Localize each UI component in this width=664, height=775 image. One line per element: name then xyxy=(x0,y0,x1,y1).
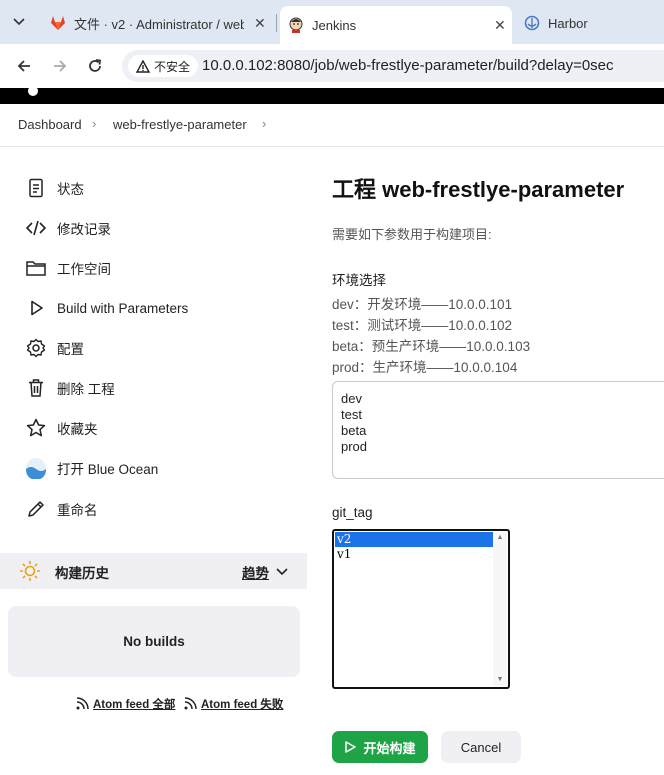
select-option-v2[interactable]: v2 xyxy=(335,532,495,547)
textarea-line: beta xyxy=(341,423,367,438)
pencil-icon xyxy=(24,497,48,521)
code-icon xyxy=(24,216,48,240)
jenkins-logo-icon xyxy=(28,88,38,96)
sidebar-item-blue-ocean[interactable]: 打开 Blue Ocean xyxy=(24,453,304,483)
arrow-left-icon xyxy=(17,60,30,72)
sidebar-item-label: 重命名 xyxy=(57,503,98,518)
sidebar-item-delete[interactable]: 删除 工程 xyxy=(24,373,304,403)
gitlab-icon xyxy=(51,16,65,30)
tab-title: 文件 · v2 · Administrator / web xyxy=(74,16,244,32)
star-icon xyxy=(24,416,48,440)
sidebar-item-workspace[interactable]: 工作空间 xyxy=(24,253,304,283)
tab-separator xyxy=(276,14,277,32)
back-button[interactable] xyxy=(10,52,38,80)
close-icon[interactable]: ✕ xyxy=(494,17,506,34)
no-builds-panel: No builds xyxy=(8,606,300,677)
tab-title: Jenkins xyxy=(312,17,357,33)
chevron-right-icon: › xyxy=(92,116,97,131)
env-param-textarea[interactable]: dev test beta prod xyxy=(332,381,664,479)
harbor-icon xyxy=(524,15,540,31)
env-param-name: 环境选择 xyxy=(332,273,386,288)
cancel-button[interactable]: Cancel xyxy=(441,731,521,763)
env-param-description-line: dev：开发环境——10.0.0.101 xyxy=(332,297,513,312)
url-text[interactable]: 10.0.0.102:8080/job/web-frestlye-paramet… xyxy=(202,57,614,74)
address-bar[interactable]: 不安全 10.0.0.102:8080/job/web-frestlye-par… xyxy=(122,50,664,82)
textarea-line: prod xyxy=(341,439,368,454)
browser-toolbar: 不安全 10.0.0.102:8080/job/web-frestlye-par… xyxy=(0,44,664,88)
build-button[interactable]: 开始构建 xyxy=(332,731,428,763)
sidebar-item-favorite[interactable]: 收藏夹 xyxy=(24,413,304,443)
sidebar-item-configure[interactable]: 配置 xyxy=(24,333,304,363)
git-tag-select[interactable]: v2 v1 ▲ ▼ xyxy=(332,529,510,689)
sun-icon xyxy=(20,561,40,581)
sidebar-item-changes[interactable]: 修改记录 xyxy=(24,213,304,243)
browser-tab-strip: 文件 · v2 · Administrator / web ✕ Jenkins … xyxy=(0,0,664,44)
folder-icon xyxy=(24,256,48,280)
env-param-description-line: beta：预生产环境——10.0.0.103 xyxy=(332,339,531,354)
atom-feed-all-label: Atom feed 全部 xyxy=(93,699,176,711)
tab-jenkins[interactable]: Jenkins ✕ xyxy=(280,6,512,44)
env-param-description-line: test：测试环境——10.0.0.102 xyxy=(332,318,513,333)
tab-gitlab[interactable]: 文件 · v2 · Administrator / web ✕ xyxy=(40,6,272,40)
page-description: 需要如下参数用于构建项目: xyxy=(332,227,492,242)
sidebar-item-label: 修改记录 xyxy=(57,222,111,237)
tab-title: Harbor xyxy=(548,15,588,31)
close-icon[interactable]: ✕ xyxy=(254,15,266,32)
scroll-up-icon[interactable]: ▲ xyxy=(493,532,507,544)
sidebar-item-label: Build with Parameters xyxy=(57,300,189,316)
chevron-down-icon xyxy=(13,18,25,26)
textarea-line: test xyxy=(341,407,362,422)
gear-icon xyxy=(24,336,48,360)
reload-icon xyxy=(89,59,102,72)
arrow-right-icon xyxy=(54,60,67,72)
play-icon xyxy=(345,741,357,753)
sidebar-item-label: 状态 xyxy=(57,182,84,197)
reload-button[interactable] xyxy=(81,52,109,80)
build-history-title: 构建历史 xyxy=(55,566,109,581)
rss-icon xyxy=(184,697,197,710)
breadcrumb: Dashboard › web-frestlye-parameter › xyxy=(0,104,664,147)
build-history-header: 构建历史 趋势 xyxy=(0,553,307,589)
select-scrollbar[interactable]: ▲ ▼ xyxy=(493,532,507,686)
sidebar-item-label: 配置 xyxy=(57,342,84,357)
sidebar-item-label: 打开 Blue Ocean xyxy=(57,462,159,477)
chevron-right-icon: › xyxy=(262,116,267,131)
warning-icon xyxy=(136,59,150,73)
select-option-v1[interactable]: v1 xyxy=(335,547,495,562)
blue-ocean-icon xyxy=(24,456,48,480)
security-chip[interactable]: 不安全 xyxy=(128,55,199,77)
env-param-description-line: prod：生产环境——10.0.0.104 xyxy=(332,360,518,375)
cancel-button-label: Cancel xyxy=(460,739,502,755)
trend-link[interactable]: 趋势 xyxy=(242,562,269,582)
git-param-name: git_tag xyxy=(332,505,373,520)
rss-icon xyxy=(76,697,89,710)
play-icon xyxy=(24,296,48,320)
sidebar-item-label: 收藏夹 xyxy=(57,422,98,437)
security-label: 不安全 xyxy=(154,59,191,74)
tab-harbor[interactable]: Harbor xyxy=(516,6,664,40)
no-builds-text: No builds xyxy=(123,634,185,649)
page-title: 工程 web-frestlye-parameter xyxy=(332,177,625,202)
build-button-label: 开始构建 xyxy=(363,740,416,756)
tab-search-button[interactable] xyxy=(8,11,30,33)
atom-feed-all-link[interactable]: Atom feed 全部 xyxy=(75,696,175,712)
trash-icon xyxy=(24,376,48,400)
atom-feed-failed-link[interactable]: Atom feed 失败 xyxy=(183,696,283,712)
sidebar-item-rename[interactable]: 重命名 xyxy=(24,494,304,524)
sidebar-item-status[interactable]: 状态 xyxy=(24,173,304,203)
textarea-line: dev xyxy=(341,391,362,406)
atom-feed-failed-label: Atom feed 失败 xyxy=(201,699,284,711)
breadcrumb-dashboard[interactable]: Dashboard xyxy=(18,117,82,132)
sidebar-item-build-with-parameters[interactable]: Build with Parameters xyxy=(24,293,304,323)
chevron-down-icon[interactable] xyxy=(276,568,288,576)
document-icon xyxy=(24,176,48,200)
breadcrumb-job[interactable]: web-frestlye-parameter xyxy=(113,117,247,132)
jenkins-header-bar xyxy=(0,88,664,104)
jenkins-icon xyxy=(289,17,303,33)
sidebar-item-label: 工作空间 xyxy=(57,262,111,277)
forward-button[interactable] xyxy=(46,52,74,80)
sidebar-item-label: 删除 工程 xyxy=(57,382,115,397)
scroll-down-icon[interactable]: ▼ xyxy=(493,674,507,686)
